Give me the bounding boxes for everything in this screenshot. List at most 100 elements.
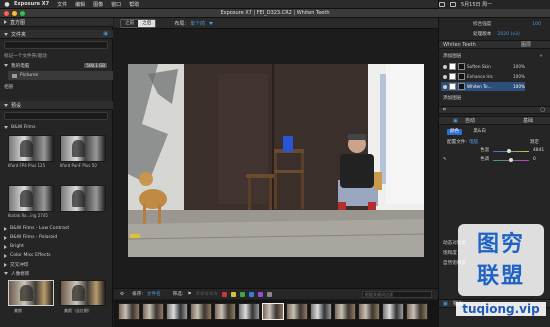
tab-color[interactable]: 颜色	[447, 129, 463, 135]
preset-group[interactable]: B&W Films - Low Contrast	[0, 224, 113, 233]
filmstrip-thumb-selected[interactable]	[262, 303, 284, 320]
histogram-label: 直方图	[10, 19, 26, 26]
histogram-header[interactable]: 直方图	[0, 18, 113, 27]
folder-pictures[interactable]: Pictures	[8, 71, 113, 80]
add-layer-row[interactable]: 添加图层 +	[439, 52, 550, 60]
add-layer-row[interactable]: 添加图层	[439, 94, 550, 102]
menu-help[interactable]: 帮助	[129, 1, 139, 8]
color-label-purple[interactable]	[257, 291, 263, 297]
tint-value[interactable]: 0	[533, 156, 536, 164]
eye-icon[interactable]	[443, 74, 447, 79]
filmstrip-thumb[interactable]	[142, 303, 164, 320]
battery-icon[interactable]	[450, 2, 456, 7]
eye-icon[interactable]	[443, 64, 447, 69]
preset-group-label: Bright	[10, 244, 24, 249]
tab-bw[interactable]: 黑&白	[470, 129, 489, 135]
filmstrip-thumb[interactable]	[238, 303, 260, 320]
preset-thumb[interactable]	[8, 185, 54, 212]
toggle-icon[interactable]: ▣	[443, 300, 448, 308]
process-version-select[interactable]: 2020 (v3)	[497, 32, 519, 37]
preset-group-label: Color Misc Effects	[10, 253, 51, 258]
color-label-blue[interactable]	[248, 291, 254, 297]
presets-header[interactable]: 预设	[0, 101, 113, 110]
add-layer-button[interactable]: 添加图层	[443, 53, 461, 59]
tint-slider[interactable]: ✎ 色调 0	[443, 156, 547, 164]
before-after-toggle[interactable]: 之前 之后	[120, 18, 157, 28]
filmstrip-thumb[interactable]	[382, 303, 404, 320]
filmstrip-thumb[interactable]	[358, 303, 380, 320]
menu-datetime[interactable]: 5月15日 周一	[461, 1, 492, 8]
filmstrip-thumb[interactable]	[190, 303, 212, 320]
photo-canvas[interactable]	[128, 64, 424, 257]
preset-group[interactable]: B&W Films - Polaroid	[0, 233, 113, 242]
layer-name: Enhance Iris	[467, 74, 493, 79]
drive-item[interactable]: 我的电脑 500.1 GB	[0, 61, 113, 70]
overall-opacity-value[interactable]: 100	[532, 22, 541, 27]
preset-group[interactable]: Color Misc Effects	[0, 251, 113, 260]
after-button[interactable]: 之后	[138, 19, 156, 27]
layer-item[interactable]: Soften Skin 100%	[441, 62, 525, 71]
preset-thumb[interactable]	[60, 280, 106, 306]
temperature-label: 色温	[480, 148, 489, 153]
menu-app-name[interactable]: Exposure X7	[14, 1, 49, 7]
star-rating-filter[interactable]: ☆☆☆☆☆	[196, 291, 218, 297]
menu-window[interactable]: 窗口	[111, 1, 121, 8]
filmstrip-thumb[interactable]	[118, 303, 140, 320]
preset-group[interactable]: 交叉冲印	[0, 260, 113, 269]
color-label-red[interactable]	[221, 291, 227, 297]
temperature-slider[interactable]: 色温 4841	[443, 147, 547, 155]
layer-item[interactable]: Enhance Iris 100%	[441, 72, 525, 81]
preset-group-bw-films[interactable]: B&W Films	[0, 123, 113, 132]
auto-button[interactable]: 自动	[465, 117, 475, 125]
filmstrip-thumb[interactable]	[286, 303, 308, 320]
chevron-down-icon	[209, 21, 214, 25]
folders-search-input[interactable]	[4, 41, 108, 49]
eye-icon[interactable]	[443, 84, 447, 89]
apple-icon[interactable]: ●	[0, 1, 14, 8]
folders-header[interactable]: 文件夹 ▣	[0, 30, 113, 39]
flag-icon[interactable]: ⚑	[187, 292, 191, 297]
wb-measure-button[interactable]: 测定	[530, 139, 539, 145]
crop-icon[interactable]: ⌗	[443, 107, 446, 113]
preset-group[interactable]: 人像修饰	[0, 269, 113, 278]
preset-thumb[interactable]	[60, 185, 106, 212]
watermark-line2: 联盟	[476, 264, 525, 289]
temperature-value[interactable]: 4841	[533, 147, 544, 155]
preset-thumb-label: 美颜（去红眼）	[64, 308, 92, 313]
color-label-green[interactable]	[239, 291, 245, 297]
preset-thumb[interactable]	[8, 135, 54, 162]
wifi-icon[interactable]	[439, 2, 445, 7]
sort-select[interactable]: 文件名	[147, 291, 161, 297]
trash-icon[interactable]: ▢	[540, 107, 545, 113]
layout-select[interactable]: 单个的	[190, 20, 205, 27]
layer-item-selected[interactable]: Whiten Te... 100%	[441, 82, 525, 91]
add-layer-button[interactable]: 添加图层	[443, 95, 461, 101]
filmstrip-thumb[interactable]	[214, 303, 236, 320]
tint-knob[interactable]	[509, 158, 513, 162]
presets-search-input[interactable]	[4, 112, 108, 120]
add-icon[interactable]: +	[539, 54, 543, 59]
filmstrip-thumb[interactable]	[406, 303, 428, 320]
filmstrip-thumb[interactable]	[166, 303, 188, 320]
auto-icon[interactable]: ▣	[453, 117, 458, 125]
preset-thumb-selected[interactable]	[8, 280, 54, 306]
menu-file[interactable]: 文件	[57, 1, 67, 8]
profile-select[interactable]: 电脑	[469, 139, 478, 145]
filter-search-input[interactable]: 根据关键词过滤	[362, 290, 432, 298]
filmstrip-thumb[interactable]	[334, 303, 356, 320]
gear-icon[interactable]: ⚙	[120, 292, 124, 297]
temperature-track[interactable]	[493, 151, 529, 152]
color-label-none[interactable]	[266, 291, 272, 297]
menu-image[interactable]: 图像	[93, 1, 103, 8]
preset-thumb[interactable]	[60, 135, 106, 162]
add-folder-icon[interactable]: ▣	[103, 31, 108, 37]
color-label-yellow[interactable]	[230, 291, 236, 297]
preset-thumb-label: Kodak Ro...ing 2745	[8, 213, 48, 218]
album-item[interactable]: 相册	[0, 82, 113, 91]
menu-edit[interactable]: 编辑	[75, 1, 85, 8]
preset-group[interactable]: Bright	[0, 242, 113, 251]
before-button[interactable]: 之前	[121, 20, 138, 27]
eyedropper-icon[interactable]: ✎	[443, 156, 447, 164]
filmstrip-thumb[interactable]	[310, 303, 332, 320]
temperature-knob[interactable]	[507, 149, 511, 153]
